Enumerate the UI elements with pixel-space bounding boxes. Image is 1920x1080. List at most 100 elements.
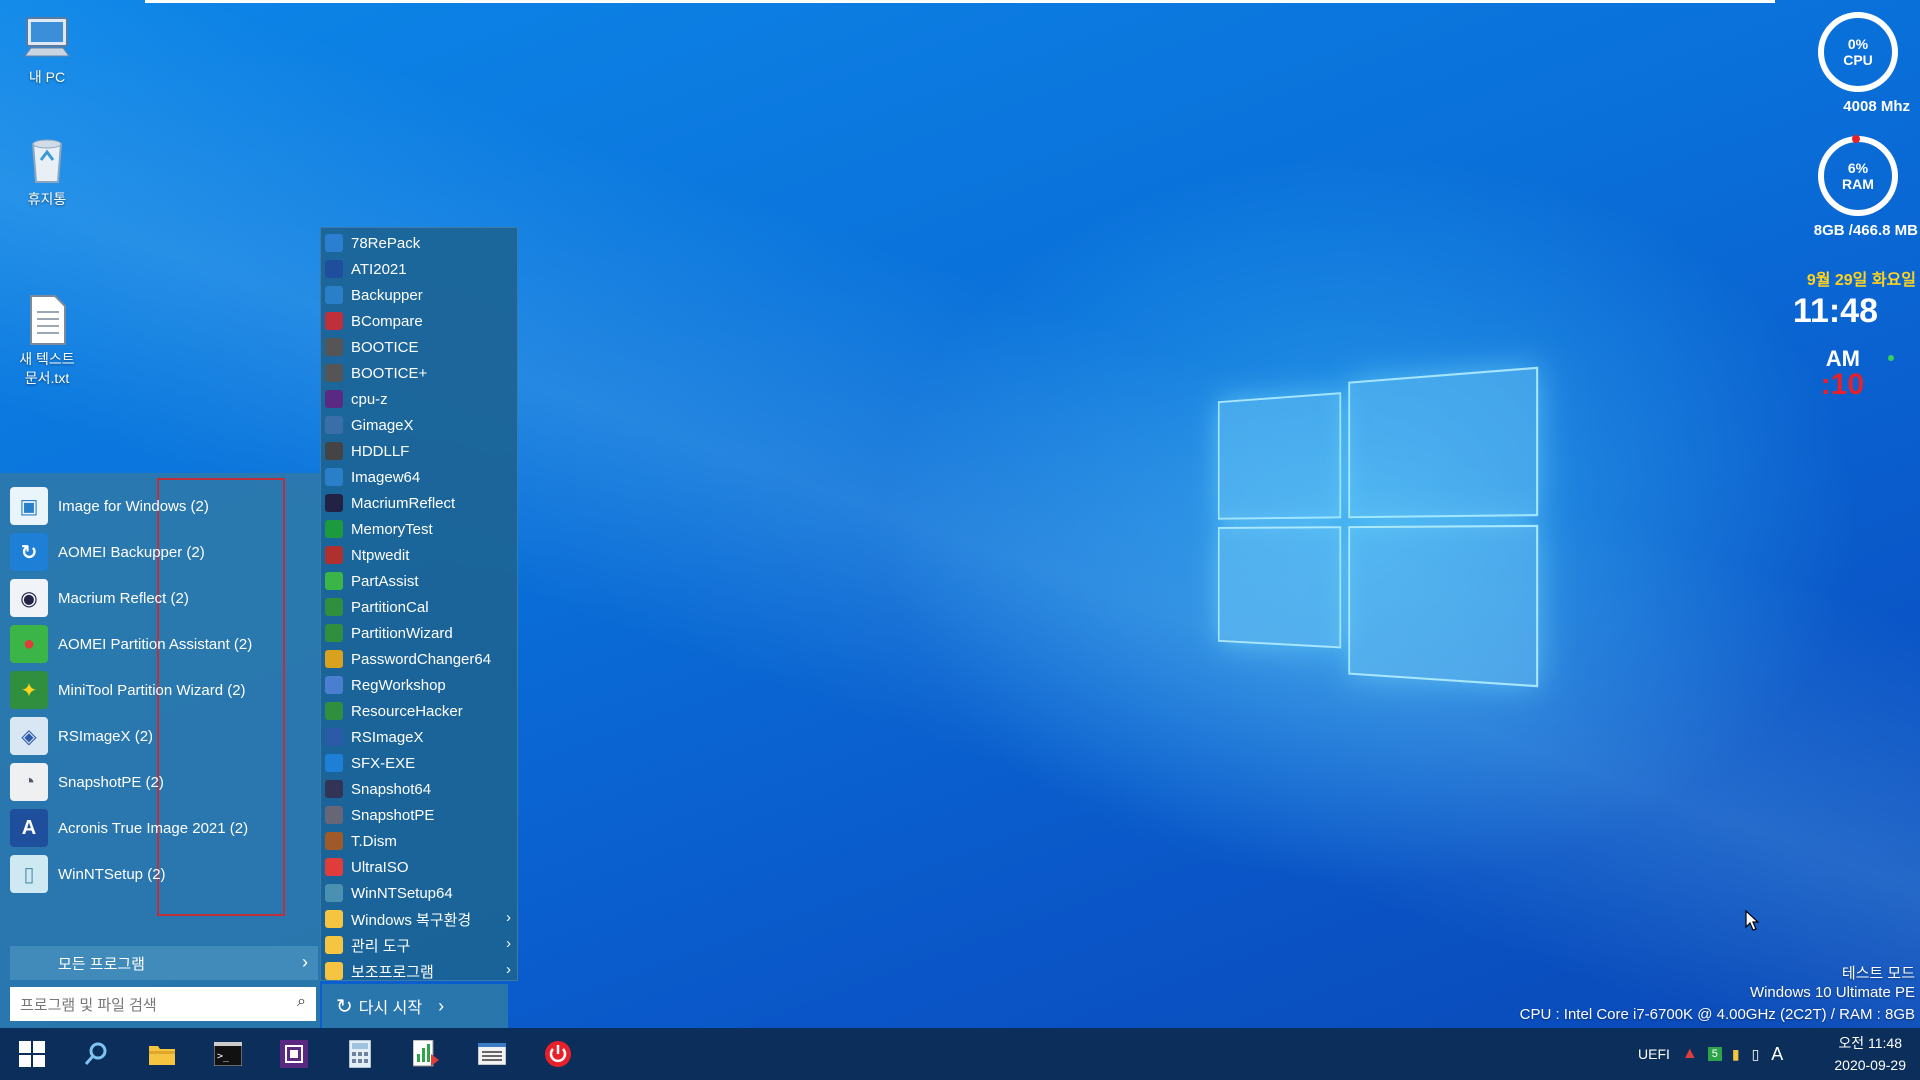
- pinned-label: SnapshotPE (2): [58, 773, 164, 791]
- pinned-label: RSImageX (2): [58, 727, 154, 745]
- submenu-item[interactable]: PasswordChanger64: [321, 646, 517, 672]
- desktop-icon-text-file[interactable]: 새 텍스트 문서.txt: [2, 256, 92, 407]
- submenu-item[interactable]: SFX-EXE: [321, 750, 517, 776]
- submenu-item[interactable]: PartitionWizard: [321, 620, 517, 646]
- desktop-icon-label: 새 텍스트 문서.txt: [19, 351, 75, 386]
- task-manager-icon: [413, 1040, 439, 1067]
- acronis-icon: A: [10, 809, 48, 847]
- network-icon[interactable]: ▲: [1682, 1045, 1698, 1063]
- pinned-item-winntsetup[interactable]: ▯ WinNTSetup (2): [10, 852, 300, 896]
- desktop-icon-recycle-bin[interactable]: 휴지통: [2, 134, 92, 209]
- submenu-item[interactable]: WinNTSetup64: [321, 880, 517, 906]
- rsimagex-icon: ◈: [10, 717, 48, 755]
- submenu-item[interactable]: SnapshotPE: [321, 802, 517, 828]
- pinned-item-aomei-partition-assistant[interactable]: ● AOMEI Partition Assistant (2): [10, 622, 300, 666]
- submenu-item[interactable]: 보조프로그램 ›: [321, 958, 517, 984]
- submenu-item[interactable]: Snapshot64: [321, 776, 517, 802]
- pinned-item-rsimagex[interactable]: ◈ RSImageX (2): [10, 714, 300, 758]
- desktop-icon-my-pc[interactable]: 내 PC: [2, 12, 92, 87]
- ati2021-icon: [325, 260, 343, 278]
- start-icon: [19, 1041, 45, 1067]
- pinned-item-minitool-partition-wizard[interactable]: ✦ MiniTool Partition Wizard (2): [10, 668, 300, 712]
- ime-indicator[interactable]: A: [1771, 1044, 1783, 1065]
- file-explorer-button[interactable]: [130, 1028, 194, 1080]
- os-label: Windows 10 Ultimate PE: [1749, 984, 1915, 1001]
- usb-icon[interactable]: ▯: [1752, 1046, 1760, 1063]
- ram-label: RAM: [1842, 176, 1874, 192]
- partassist-icon: [325, 572, 343, 590]
- system-tray: UEFI ▲ 5 ▮ ▯ A: [1638, 1028, 1783, 1080]
- submenu-item[interactable]: MemoryTest: [321, 516, 517, 542]
- ram-gauge-mark: [1852, 135, 1860, 143]
- submenu-item[interactable]: cpu-z: [321, 386, 517, 412]
- pinned-item-aomei-backupper[interactable]: ↻ AOMEI Backupper (2): [10, 530, 300, 574]
- bootice-plus-icon: [325, 364, 343, 382]
- submenu-item[interactable]: ATI2021: [321, 256, 517, 282]
- command-prompt-icon: >_: [214, 1042, 242, 1066]
- partitionwizard-icon: [325, 624, 343, 642]
- submenu-item[interactable]: Windows 복구환경 ›: [321, 906, 517, 932]
- submenu-item[interactable]: Backupper: [321, 282, 517, 308]
- recycle-bin-icon: [21, 134, 73, 186]
- search-taskbar-button[interactable]: [64, 1028, 128, 1080]
- cpu-percent: 0%: [1847, 36, 1869, 52]
- hddllf-icon: [325, 442, 343, 460]
- submenu-item[interactable]: HDDLLF: [321, 438, 517, 464]
- calculator-button[interactable]: [328, 1028, 392, 1080]
- 78repack-icon: [325, 234, 343, 252]
- command-prompt-button[interactable]: >_: [196, 1028, 260, 1080]
- ntpwedit-icon: [325, 546, 343, 564]
- submenu-item[interactable]: UltraISO: [321, 854, 517, 880]
- submenu-item[interactable]: GimageX: [321, 412, 517, 438]
- volume-icon[interactable]: ▮: [1732, 1046, 1740, 1063]
- submenu-item[interactable]: RSImageX: [321, 724, 517, 750]
- uefi-label: UEFI: [1638, 1046, 1670, 1062]
- all-programs-button[interactable]: 모든 프로그램 ›: [10, 946, 318, 980]
- submenu-item-label: T.Dism: [351, 832, 397, 850]
- backupper-icon: [325, 286, 343, 304]
- submenu-item[interactable]: MacriumReflect: [321, 490, 517, 516]
- submenu-item-label: SnapshotPE: [351, 806, 435, 824]
- submenu-item[interactable]: ResourceHacker: [321, 698, 517, 724]
- macriumreflect-icon: [325, 494, 343, 512]
- pinned-item-macrium-reflect[interactable]: ◉ Macrium Reflect (2): [10, 576, 300, 620]
- submenu-item[interactable]: Ntpwedit: [321, 542, 517, 568]
- submenu-item[interactable]: PartAssist: [321, 568, 517, 594]
- submenu-item-label: Windows 복구환경: [351, 911, 472, 929]
- pinned-item-image-for-windows[interactable]: ▣ Image for Windows (2): [10, 484, 300, 528]
- restart-button[interactable]: ↻ 다시 시작 ›: [322, 984, 508, 1028]
- test-mode-label: 테스트 모드: [1841, 965, 1915, 982]
- cpuz-button[interactable]: [262, 1028, 326, 1080]
- start-button[interactable]: [0, 1028, 64, 1080]
- pinned-label: MiniTool Partition Wizard (2): [58, 681, 246, 699]
- pinned-item-snapshotpe[interactable]: ◔ SnapshotPE (2): [10, 760, 300, 804]
- submenu-item-label: RSImageX: [351, 728, 424, 746]
- snapshotpe-small-icon: [325, 806, 343, 824]
- date-label: 9월 29일 화요일: [1806, 272, 1916, 289]
- submenu-item[interactable]: 관리 도구 ›: [321, 932, 517, 958]
- pinned-label: AOMEI Backupper (2): [58, 543, 205, 561]
- task-manager-button[interactable]: [394, 1028, 458, 1080]
- taskbar-clock[interactable]: 오전 11:48 2020-09-29: [1834, 1032, 1906, 1076]
- list-app-button[interactable]: [460, 1028, 524, 1080]
- partition-assistant-icon: ●: [10, 625, 48, 663]
- submenu-item[interactable]: T.Dism: [321, 828, 517, 854]
- submenu-item[interactable]: BCompare: [321, 308, 517, 334]
- pinned-label: Macrium Reflect (2): [58, 589, 189, 607]
- submenu-item[interactable]: RegWorkshop: [321, 672, 517, 698]
- top-progress-line: [145, 0, 1775, 3]
- logo-pane: [1217, 526, 1342, 649]
- pinned-label: Image for Windows (2): [58, 497, 209, 515]
- power-button[interactable]: [526, 1028, 590, 1080]
- submenu-item-label: GimageX: [351, 416, 414, 434]
- snapshotpe-icon: ◔: [10, 763, 48, 801]
- submenu-item[interactable]: Imagew64: [321, 464, 517, 490]
- pinned-item-acronis[interactable]: A Acronis True Image 2021 (2): [10, 806, 300, 850]
- badge-icon[interactable]: 5: [1707, 1047, 1722, 1061]
- search-input[interactable]: 프로그램 및 파일 검색 ⌕: [10, 987, 316, 1021]
- submenu-item[interactable]: PartitionCal: [321, 594, 517, 620]
- submenu-item[interactable]: BOOTICE+: [321, 360, 517, 386]
- bootice-icon: [325, 338, 343, 356]
- submenu-item[interactable]: 78RePack: [321, 230, 517, 256]
- submenu-item[interactable]: BOOTICE: [321, 334, 517, 360]
